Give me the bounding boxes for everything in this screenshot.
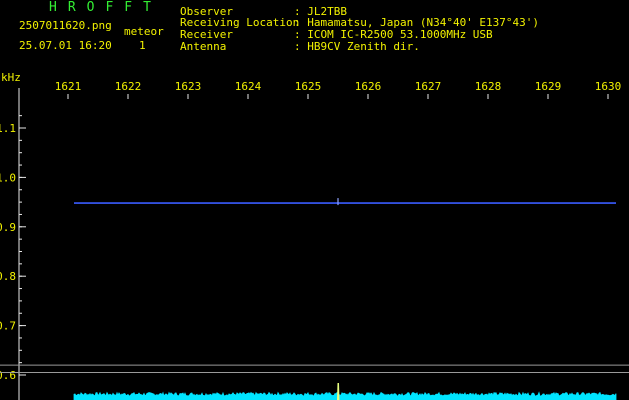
y-tick-label: 0.7 bbox=[0, 320, 16, 333]
x-tick-label: 1630 bbox=[595, 80, 622, 93]
y-tick-label: 0.9 bbox=[0, 221, 16, 234]
y-tick-label: 1.0 bbox=[0, 171, 16, 184]
y-tick-label: 0.8 bbox=[0, 270, 16, 283]
spectrogram-chart: kHz 1621 1622 1623 1624 1625 1626 1627 1628 1629 1… bbox=[0, 71, 629, 400]
x-tick-label: 1628 bbox=[475, 80, 502, 93]
x-tick-label: 1629 bbox=[535, 80, 562, 93]
y-tick-label: 0.6 bbox=[0, 369, 16, 382]
x-tick-label: 1621 bbox=[55, 80, 82, 93]
x-tick-label: 1625 bbox=[295, 80, 322, 93]
x-tick-label: 1622 bbox=[115, 80, 142, 93]
noise-level-trace bbox=[73, 391, 617, 400]
x-tick-label: 1626 bbox=[355, 80, 382, 93]
meteor-level-spike bbox=[337, 383, 340, 400]
x-tick-label: 1624 bbox=[235, 80, 262, 93]
x-tick-label: 1627 bbox=[415, 80, 442, 93]
y-tick-label: 1.1 bbox=[0, 122, 16, 135]
x-tick-label: 1623 bbox=[175, 80, 202, 93]
y-axis-unit-label: kHz bbox=[1, 71, 21, 84]
